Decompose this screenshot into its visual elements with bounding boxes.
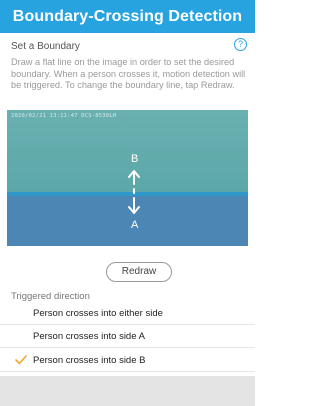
option-either-side[interactable]: Person crosses into either side <box>0 303 255 325</box>
option-side-b[interactable]: Person crosses into side B <box>0 350 255 372</box>
side-a-label: A <box>131 219 139 231</box>
option-side-a[interactable]: Person crosses into side A <box>0 326 255 348</box>
section-title: Set a Boundary <box>11 41 80 52</box>
help-icon[interactable]: ? <box>234 38 247 51</box>
option-label: Person crosses into side A <box>33 331 145 342</box>
option-label: Person crosses into side B <box>33 355 146 366</box>
instructions-text: Draw a flat line on the image in order t… <box>11 57 246 90</box>
option-label: Person crosses into either side <box>33 308 163 319</box>
triggered-direction-label: Triggered direction <box>11 291 90 302</box>
camera-timestamp: 2020/02/21 13:11:47 DCS-8530LH <box>11 113 117 119</box>
checkmark-icon <box>15 355 27 365</box>
page-title: Boundary-Crossing Detection <box>12 7 243 25</box>
bottom-area <box>0 376 255 406</box>
camera-preview[interactable]: 2020/02/21 13:11:47 DCS-8530LH B A <box>7 110 248 246</box>
double-arrow-icon <box>128 170 140 214</box>
redraw-button[interactable]: Redraw <box>106 262 172 282</box>
header-bar: Boundary-Crossing Detection <box>0 0 255 33</box>
side-b-label: B <box>131 153 139 165</box>
